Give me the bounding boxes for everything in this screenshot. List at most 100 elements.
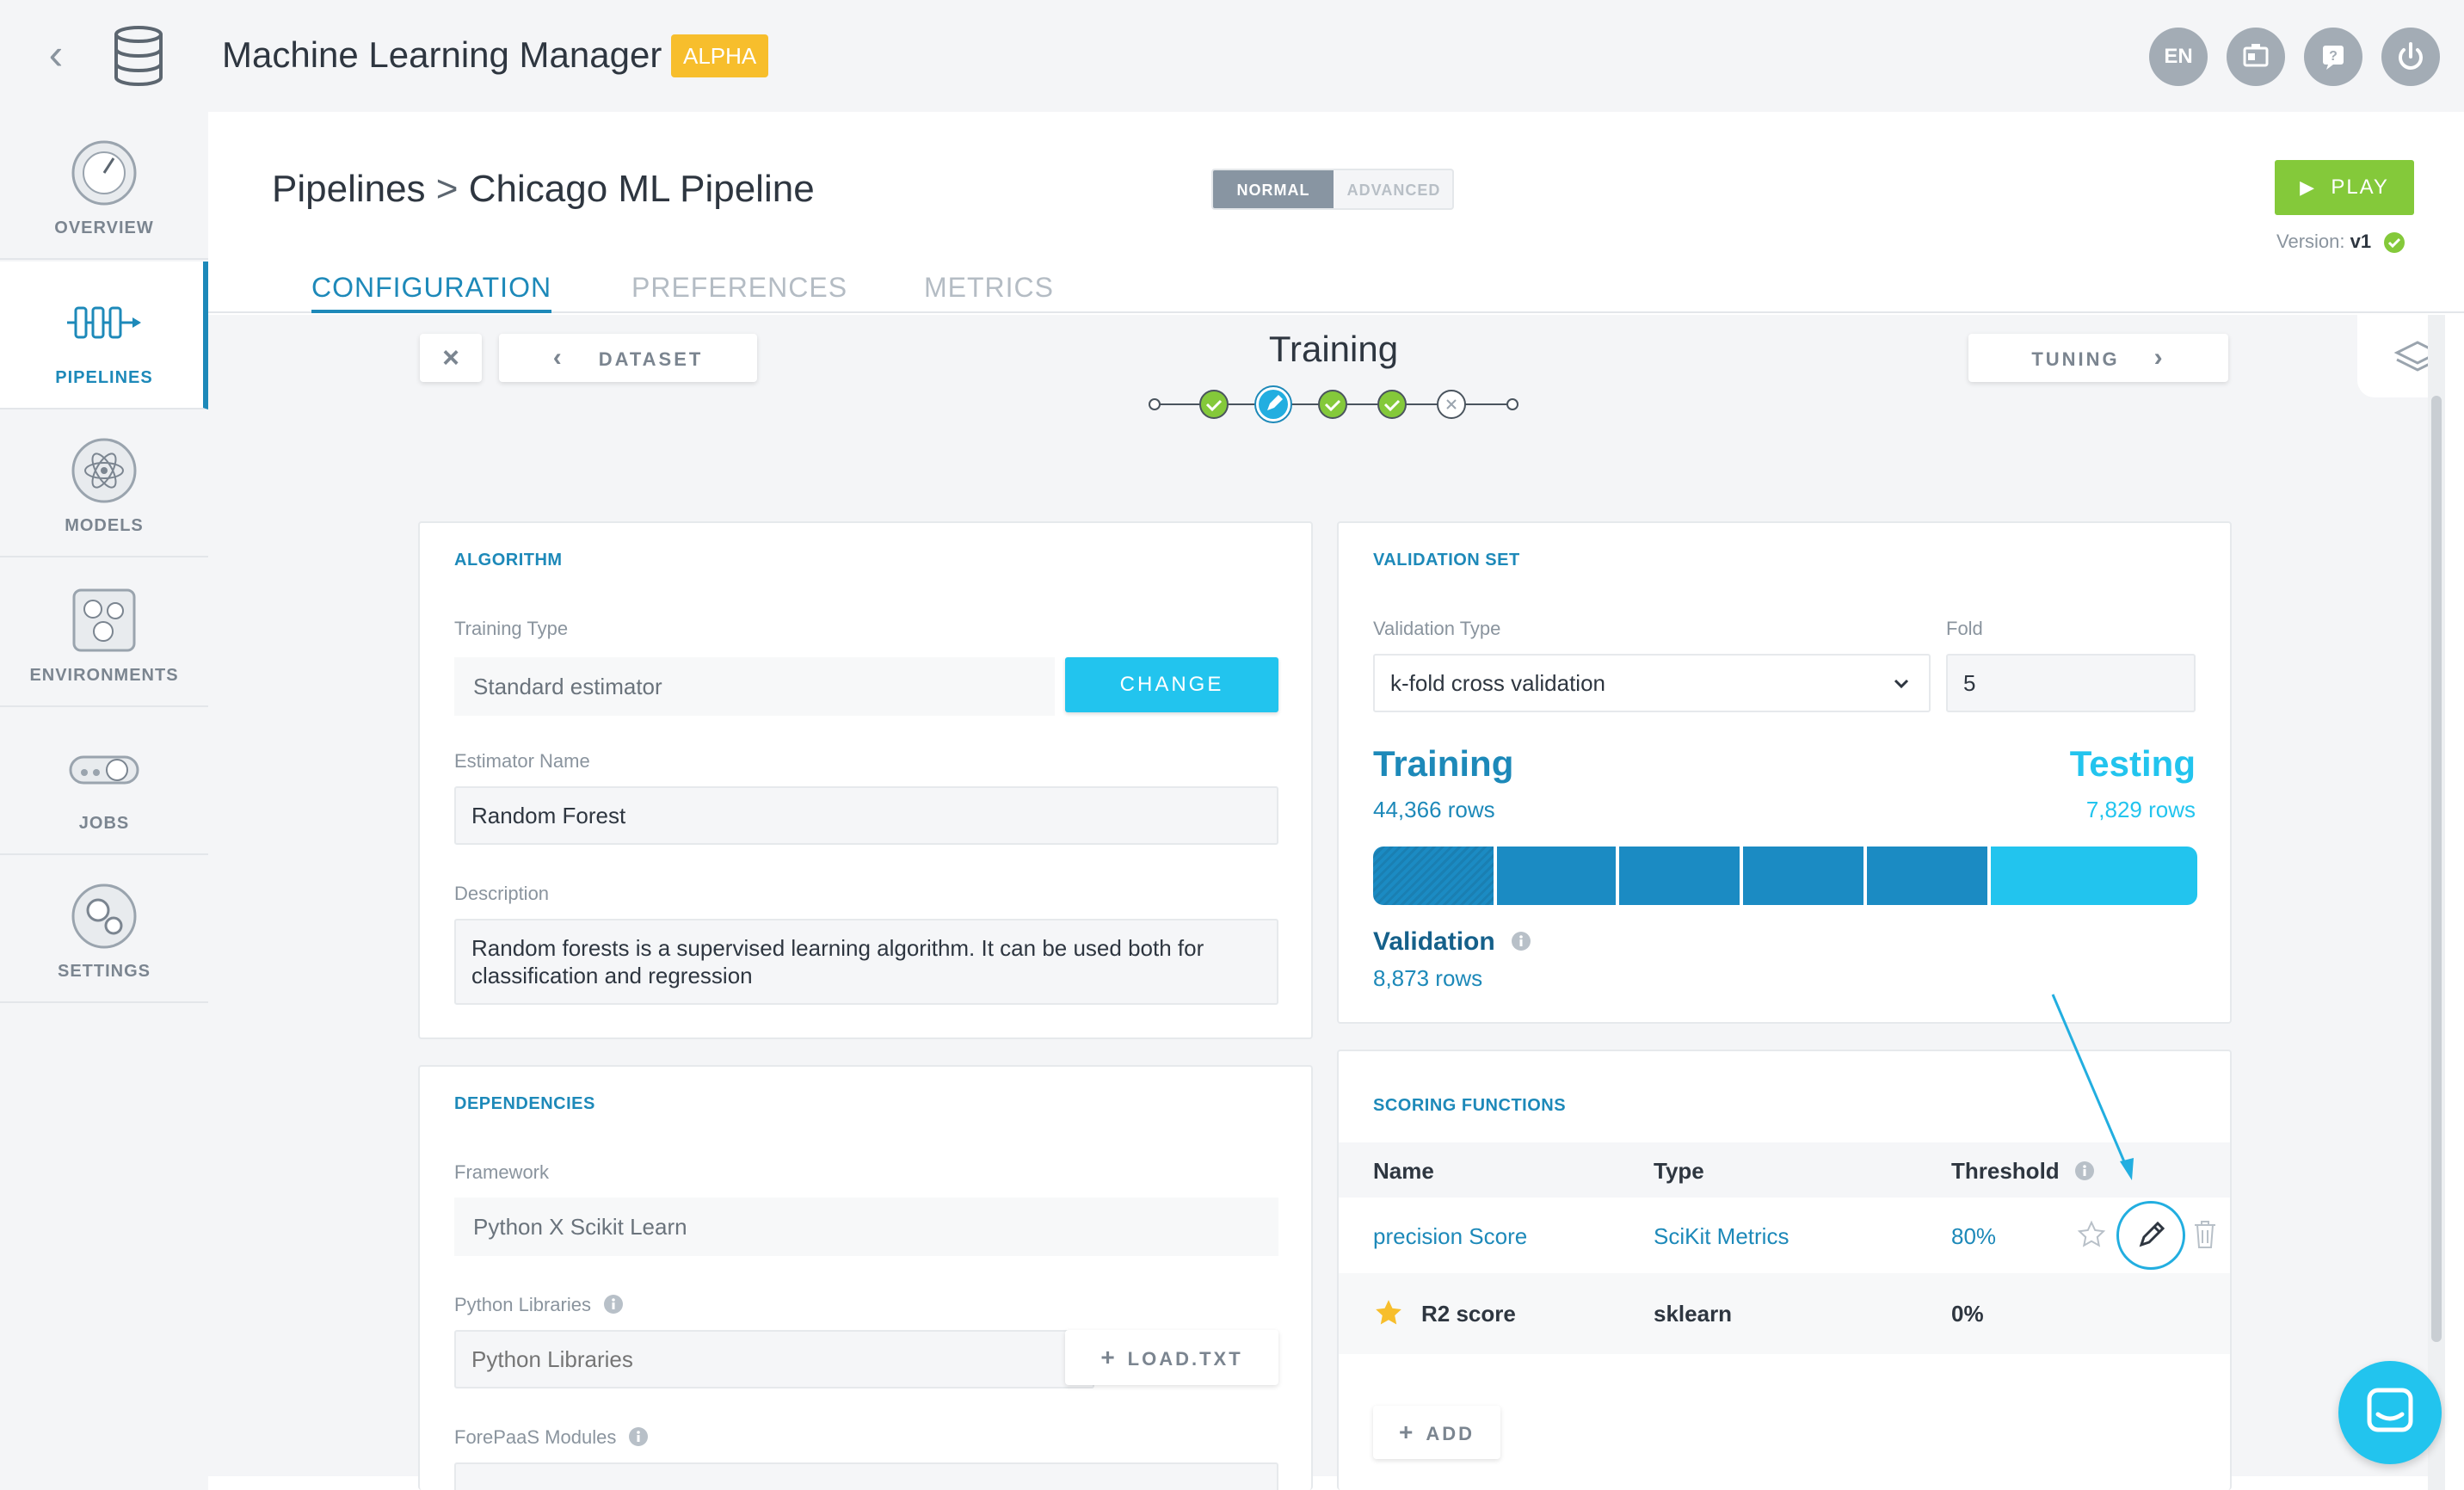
sidebar-item-label: OVERVIEW xyxy=(54,219,154,237)
training-rows: 44,366 rows xyxy=(1373,797,1495,822)
modules-field[interactable] xyxy=(454,1462,1278,1490)
libraries-label: Python Libraries xyxy=(454,1294,624,1316)
libraries-label-text: Python Libraries xyxy=(454,1294,591,1315)
description-field[interactable]: Random forests is a supervised learning … xyxy=(454,919,1278,1005)
version-label: Version: xyxy=(2276,231,2345,252)
testing-heading: Testing xyxy=(2069,743,2196,784)
star-filled-icon[interactable] xyxy=(1373,1297,1404,1328)
play-button[interactable]: ▶ PLAY xyxy=(2275,160,2414,215)
sidebar-item-label: JOBS xyxy=(78,814,130,833)
training-heading: Training xyxy=(1373,743,1514,784)
column-header: Type xyxy=(1654,1158,1704,1184)
testing-rows: 7,829 rows xyxy=(2085,797,2196,822)
app-title: Machine Learning Manager xyxy=(222,34,662,75)
prev-step-button[interactable]: ‹ DATASET xyxy=(499,334,757,382)
fold-input[interactable]: 5 xyxy=(1946,654,2196,712)
table-row[interactable]: precision Score SciKit Metrics 80% xyxy=(1339,1198,2230,1273)
pipeline-icon xyxy=(67,306,141,339)
annotation-arrow xyxy=(2051,994,2134,1180)
fold-label: Fold xyxy=(1946,618,1983,639)
scoring-name[interactable]: R2 score xyxy=(1421,1301,1516,1327)
prev-step-label: DATASET xyxy=(598,348,704,370)
power-icon[interactable] xyxy=(2381,28,2440,86)
sidebar-item-settings[interactable]: SETTINGS xyxy=(0,855,208,1003)
tab-metrics[interactable]: METRICS xyxy=(924,272,1054,313)
step-progress xyxy=(1149,385,1518,423)
breadcrumb-root[interactable]: Pipelines xyxy=(272,168,426,210)
split-segment xyxy=(1619,847,1740,905)
split-segment xyxy=(1743,847,1863,905)
validation-type-select[interactable]: k-fold cross validation xyxy=(1373,654,1931,712)
conveyor-icon xyxy=(69,755,139,785)
tab-preferences[interactable]: PREFERENCES xyxy=(631,272,847,313)
split-segment xyxy=(1497,847,1616,905)
trash-icon[interactable] xyxy=(2190,1218,2220,1251)
table-row[interactable]: R2 score sklearn 0% xyxy=(1339,1273,2230,1354)
training-type-label: Training Type xyxy=(454,618,569,639)
validation-type-value: k-fold cross validation xyxy=(1390,670,1605,696)
language-button[interactable]: EN xyxy=(2149,28,2208,86)
tab-configuration[interactable]: CONFIGURATION xyxy=(311,272,552,313)
mode-normal-button[interactable]: NORMAL xyxy=(1213,170,1334,208)
step-error-icon[interactable] xyxy=(1437,390,1466,419)
sidebar-item-overview[interactable]: OVERVIEW xyxy=(0,112,208,260)
star-outline-icon[interactable] xyxy=(2077,1220,2106,1249)
training-type-field: Standard estimator xyxy=(454,657,1055,716)
next-step-button[interactable]: TUNING › xyxy=(1968,334,2228,382)
close-icon: × xyxy=(442,342,459,374)
step-done-icon[interactable] xyxy=(1199,390,1229,419)
card-title: VALIDATION SET xyxy=(1373,551,1520,570)
column-header: Name xyxy=(1373,1158,1434,1184)
mode-toggle: NORMAL ADVANCED xyxy=(1211,169,1454,210)
sidebar: OVERVIEW PIPELINES MODELS ENVIRONMENTS J… xyxy=(0,112,208,1003)
card-title: SCORING FUNCTIONS xyxy=(1373,1096,1567,1115)
step-current-icon[interactable] xyxy=(1254,385,1292,423)
load-txt-button[interactable]: + LOAD.TXT xyxy=(1065,1330,1278,1385)
info-icon[interactable] xyxy=(603,1294,624,1315)
close-button[interactable]: × xyxy=(420,334,482,382)
scrollbar-thumb[interactable] xyxy=(2431,396,2442,1342)
tab-bar: CONFIGURATION PREFERENCES METRICS xyxy=(208,258,2464,313)
modules-label: ForePaaS Modules xyxy=(454,1426,649,1449)
pencil-icon xyxy=(2139,1221,2165,1247)
scoring-name[interactable]: precision Score xyxy=(1373,1223,1527,1250)
framework-label: Framework xyxy=(454,1161,550,1183)
scoring-threshold: 80% xyxy=(1951,1223,1997,1249)
plus-icon: + xyxy=(1398,1419,1416,1445)
libraries-input[interactable] xyxy=(454,1330,1094,1388)
check-circle-icon xyxy=(2384,232,2405,254)
step-done-icon[interactable] xyxy=(1377,390,1407,419)
add-scoring-button[interactable]: + ADD xyxy=(1373,1406,1500,1459)
validation-heading: Validation xyxy=(1373,927,1531,957)
sidebar-item-pipelines[interactable]: PIPELINES xyxy=(0,262,208,409)
play-label: PLAY xyxy=(2331,175,2389,199)
sidebar-item-label: ENVIRONMENTS xyxy=(29,666,179,685)
sidebar-item-jobs[interactable]: JOBS xyxy=(0,707,208,855)
scoring-type: sklearn xyxy=(1654,1301,1733,1327)
info-icon[interactable] xyxy=(628,1426,649,1447)
estimator-field[interactable]: Random Forest xyxy=(454,786,1278,845)
help-icon[interactable]: ? xyxy=(2304,28,2362,86)
sidebar-item-label: PIPELINES xyxy=(55,368,153,387)
change-button[interactable]: CHANGE xyxy=(1065,657,1278,712)
split-segment xyxy=(1867,847,1987,905)
estimator-label: Estimator Name xyxy=(454,750,590,772)
chat-button[interactable] xyxy=(2338,1361,2442,1464)
layers-panel-toggle[interactable] xyxy=(2357,315,2461,397)
modules-label-text: ForePaaS Modules xyxy=(454,1426,617,1448)
version-info: Version: v1 xyxy=(2276,231,2405,254)
alpha-badge: ALPHA xyxy=(671,34,769,77)
mode-advanced-button[interactable]: ADVANCED xyxy=(1334,170,1452,208)
play-icon: ▶ xyxy=(2300,176,2316,198)
sidebar-item-models[interactable]: MODELS xyxy=(0,409,208,557)
edit-button[interactable] xyxy=(2116,1201,2185,1270)
sidebar-item-environments[interactable]: ENVIRONMENTS xyxy=(0,559,208,707)
back-icon[interactable]: ‹ xyxy=(34,33,77,77)
info-icon[interactable] xyxy=(1511,931,1531,951)
breadcrumb-current: Chicago ML Pipeline xyxy=(468,168,815,210)
sidebar-item-label: SETTINGS xyxy=(57,962,151,981)
id-card-icon[interactable] xyxy=(2227,28,2285,86)
step-done-icon[interactable] xyxy=(1318,390,1347,419)
gears-icon xyxy=(71,884,137,949)
validation-type-label: Validation Type xyxy=(1373,618,1501,639)
